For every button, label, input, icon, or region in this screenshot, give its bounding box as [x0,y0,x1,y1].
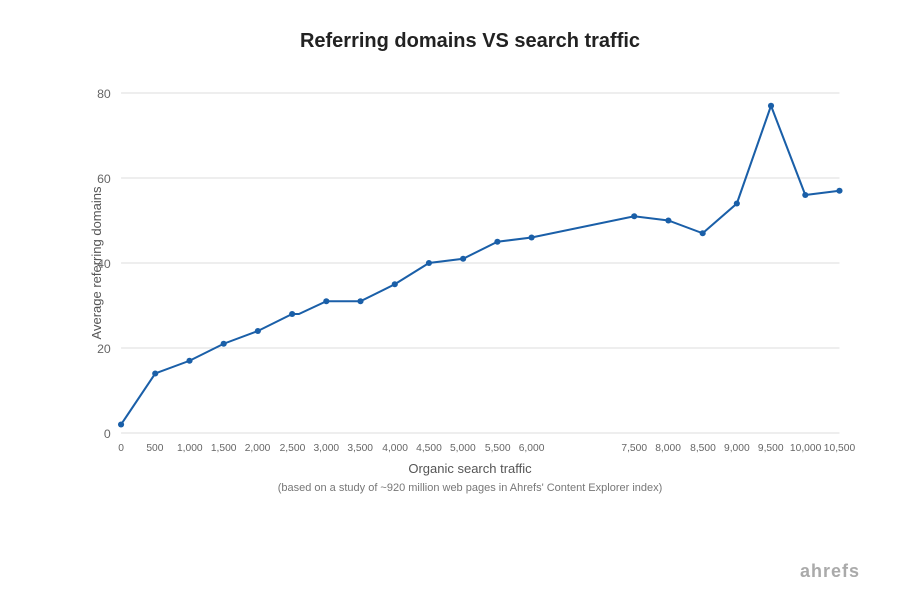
data-point [186,358,192,364]
footnote: (based on a study of ~920 million web pa… [80,482,860,494]
data-point [255,328,261,334]
svg-text:4,500: 4,500 [416,443,442,453]
chart-title: Referring domains VS search traffic [80,30,860,53]
svg-text:80: 80 [97,87,111,101]
svg-text:8,500: 8,500 [690,443,716,453]
data-point [289,311,295,317]
svg-text:2,500: 2,500 [280,443,306,453]
data-point [152,371,158,377]
data-point [734,201,740,207]
svg-text:6,000: 6,000 [519,443,545,453]
svg-text:60: 60 [97,172,111,186]
page-container: Referring domains VS search traffic Aver… [0,0,900,600]
svg-text:0: 0 [118,443,124,453]
data-point [323,298,329,304]
svg-text:7,500: 7,500 [621,443,647,453]
svg-text:10,000: 10,000 [790,443,822,453]
data-point [768,103,774,109]
data-point [118,422,124,428]
chart-area: Average referring domains 0 20 40 60 80 … [80,73,860,453]
data-point [529,235,535,241]
data-point [665,218,671,224]
data-point [802,192,808,198]
svg-text:1,500: 1,500 [211,443,237,453]
data-point [460,256,466,262]
data-point [494,239,500,245]
y-axis-label: Average referring domains [89,187,104,340]
data-point [221,341,227,347]
brand-label: ahrefs [800,561,860,582]
data-point [700,230,706,236]
svg-text:3,500: 3,500 [347,443,373,453]
data-point [836,188,842,194]
chart-svg: 0 20 40 60 80 0 500 1,000 1,500 2,000 2,… [80,73,860,453]
data-point [426,260,432,266]
svg-text:4,000: 4,000 [382,443,408,453]
svg-text:0: 0 [104,427,111,441]
svg-text:500: 500 [146,443,163,453]
svg-text:10,500: 10,500 [824,443,856,453]
svg-text:2,000: 2,000 [245,443,271,453]
svg-text:5,500: 5,500 [485,443,511,453]
svg-text:3,000: 3,000 [313,443,339,453]
data-point [392,281,398,287]
svg-text:9,000: 9,000 [724,443,750,453]
svg-text:9,500: 9,500 [758,443,784,453]
svg-text:8,000: 8,000 [655,443,681,453]
data-point [631,213,637,219]
x-axis-label: Organic search traffic [80,461,860,476]
svg-text:5,000: 5,000 [450,443,476,453]
data-point [357,298,363,304]
svg-text:1,000: 1,000 [177,443,203,453]
svg-text:20: 20 [97,342,111,356]
chart-line [121,106,839,425]
